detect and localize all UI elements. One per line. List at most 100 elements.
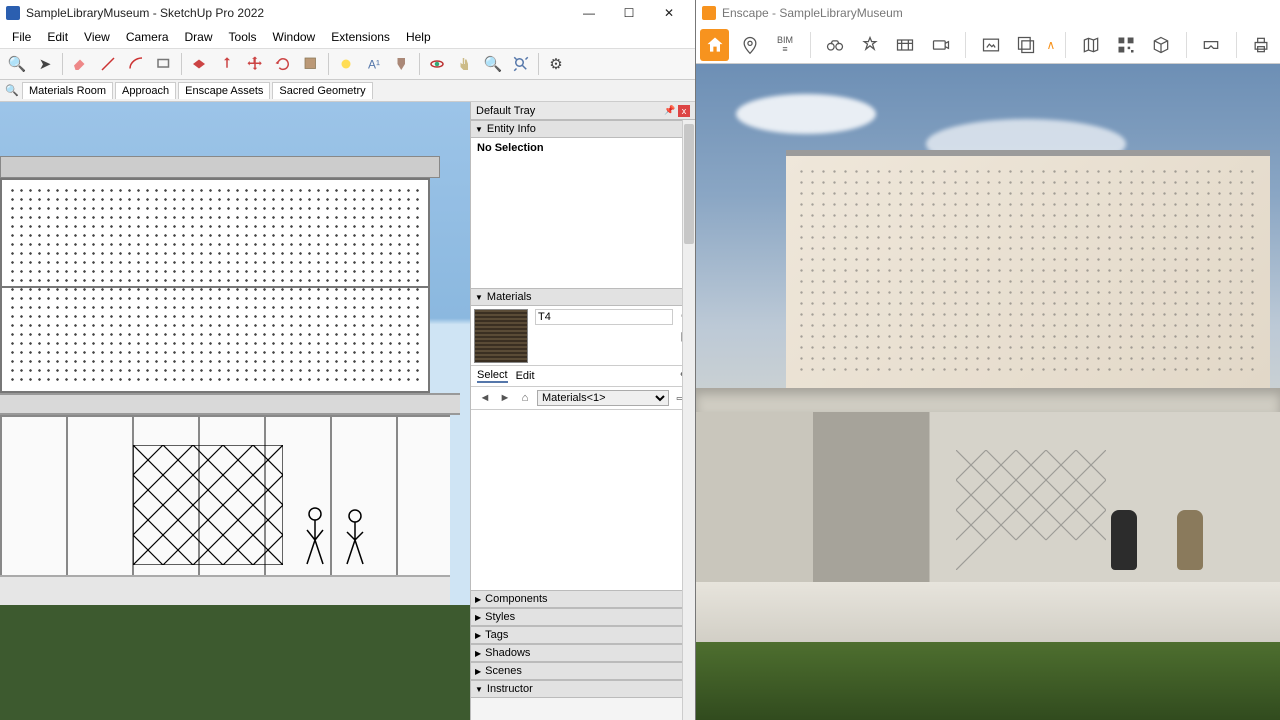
components-label: Components (485, 593, 547, 605)
material-swatch[interactable] (474, 309, 528, 363)
tray-titlebar[interactable]: Default Tray 📌 x (471, 102, 695, 120)
map-button[interactable] (1076, 29, 1105, 61)
offset-tool-icon[interactable] (214, 51, 240, 77)
menu-window[interactable]: Window (265, 28, 324, 46)
materials-grid[interactable] (471, 410, 695, 590)
render-screen-geometry (956, 450, 1106, 570)
move-tool-icon[interactable] (242, 51, 268, 77)
viewport-screen-geometry (133, 445, 283, 565)
scale-tool-icon[interactable] (298, 51, 324, 77)
cube-button[interactable] (1147, 29, 1176, 61)
shadows-header[interactable]: ▶Shadows× (471, 644, 695, 662)
tray-close-icon[interactable]: x (678, 105, 690, 117)
scene-tab[interactable]: Sacred Geometry (272, 82, 372, 99)
tray-pin-icon[interactable]: 📌 (664, 105, 676, 117)
sketchup-title: SampleLibraryMuseum - SketchUp Pro 2022 (26, 6, 264, 20)
nav-back-icon[interactable]: ◄ (477, 390, 493, 406)
materials-tab-edit[interactable]: Edit (516, 370, 535, 382)
materials-label: Materials (487, 291, 532, 303)
viewport-people (295, 500, 385, 570)
styles-label: Styles (485, 611, 515, 623)
materials-body: ✚ ◧ Select Edit ✎ ◄ ► ⌂ Materials<1> (471, 306, 695, 590)
favorite-view-button[interactable] (856, 29, 885, 61)
tags-label: Tags (485, 629, 508, 641)
menu-edit[interactable]: Edit (39, 28, 76, 46)
scene-tabs: 🔍 Materials Room Approach Enscape Assets… (0, 80, 695, 102)
toolbar-expand-icon[interactable]: ∧ (1047, 38, 1056, 52)
tray-scrollbar[interactable] (682, 120, 695, 720)
material-library-select[interactable]: Materials<1> (537, 390, 669, 406)
pushpull-tool-icon[interactable] (186, 51, 212, 77)
maximize-button[interactable]: ☐ (609, 0, 649, 26)
enscape-viewport[interactable] (696, 64, 1280, 720)
material-name-input[interactable] (535, 309, 673, 325)
bim-button[interactable]: BIM≡ (770, 29, 799, 61)
scene-tab[interactable]: Approach (115, 82, 176, 99)
text-tool-icon[interactable]: A¹ (361, 51, 387, 77)
instructor-header[interactable]: ▼Instructor× (471, 680, 695, 698)
settings-tool-icon[interactable]: ⚙ (543, 51, 569, 77)
batch-render-button[interactable] (1011, 29, 1040, 61)
orbit-tool-icon[interactable] (424, 51, 450, 77)
tray-collapsed-panels: ▶Components× ▶Styles× ▶Tags× ▶Shadows× ▶… (471, 590, 695, 698)
line-tool-icon[interactable] (95, 51, 121, 77)
minimize-button[interactable]: ― (569, 0, 609, 26)
scenes-header[interactable]: ▶Scenes× (471, 662, 695, 680)
binoculars-button[interactable] (820, 29, 849, 61)
collapse-icon: ▼ (475, 125, 483, 134)
vr-button[interactable] (1197, 29, 1226, 61)
arc-tool-icon[interactable] (123, 51, 149, 77)
home-view-button[interactable] (700, 29, 729, 61)
assets-button[interactable] (891, 29, 920, 61)
rotate-tool-icon[interactable] (270, 51, 296, 77)
instructor-label: Instructor (487, 683, 533, 695)
qr-button[interactable] (1111, 29, 1140, 61)
home-icon[interactable]: ⌂ (517, 390, 533, 406)
nav-fwd-icon[interactable]: ► (497, 390, 513, 406)
sketchup-viewport[interactable] (0, 102, 470, 720)
components-header[interactable]: ▶Components× (471, 590, 695, 608)
entity-info-header[interactable]: ▼ Entity Info × (471, 120, 695, 138)
zoom-extents-tool-icon[interactable] (508, 51, 534, 77)
menu-help[interactable]: Help (398, 28, 439, 46)
collapse-icon: ▼ (475, 293, 483, 302)
screenshot-button[interactable] (976, 29, 1005, 61)
menu-file[interactable]: File (4, 28, 39, 46)
close-button[interactable]: ✕ (649, 0, 689, 26)
scene-tab[interactable]: Materials Room (22, 82, 113, 99)
rectangle-tool-icon[interactable] (151, 51, 177, 77)
tags-header[interactable]: ▶Tags× (471, 626, 695, 644)
entity-info-label: Entity Info (487, 123, 536, 135)
tape-tool-icon[interactable] (333, 51, 359, 77)
enscape-window: Enscape - SampleLibraryMuseum BIM≡ ∧ (696, 0, 1280, 720)
sketchup-window: SampleLibraryMuseum - SketchUp Pro 2022 … (0, 0, 696, 720)
select-tool-icon[interactable]: ➤ (32, 51, 58, 77)
materials-header[interactable]: ▼ Materials × (471, 288, 695, 306)
video-button[interactable] (926, 29, 955, 61)
styles-header[interactable]: ▶Styles× (471, 608, 695, 626)
svg-text:A¹: A¹ (368, 58, 380, 72)
materials-tab-select[interactable]: Select (477, 369, 508, 383)
enscape-toolbar: BIM≡ ∧ (696, 26, 1280, 64)
tray-title-label: Default Tray (476, 105, 535, 117)
zoom-tool-icon[interactable]: 🔍 (480, 51, 506, 77)
pan-tool-icon[interactable] (452, 51, 478, 77)
entity-no-selection: No Selection (471, 138, 695, 158)
print-button[interactable] (1247, 29, 1276, 61)
eraser-tool-icon[interactable] (67, 51, 93, 77)
menu-draw[interactable]: Draw (177, 28, 221, 46)
search-tool-icon[interactable]: 🔍 (4, 51, 30, 77)
paint-tool-icon[interactable] (389, 51, 415, 77)
sketchup-titlebar[interactable]: SampleLibraryMuseum - SketchUp Pro 2022 … (0, 0, 695, 26)
shadows-label: Shadows (485, 647, 530, 659)
menu-tools[interactable]: Tools (221, 28, 265, 46)
scene-search-icon[interactable]: 🔍 (4, 84, 20, 97)
menu-view[interactable]: View (76, 28, 118, 46)
entity-info-body: No Selection (471, 138, 695, 288)
menu-camera[interactable]: Camera (118, 28, 177, 46)
sketchup-toolbar: 🔍 ➤ A¹ 🔍 ⚙ (0, 48, 695, 80)
menu-extensions[interactable]: Extensions (323, 28, 398, 46)
scene-tab[interactable]: Enscape Assets (178, 82, 270, 99)
enscape-titlebar[interactable]: Enscape - SampleLibraryMuseum (696, 0, 1280, 26)
location-button[interactable] (735, 29, 764, 61)
